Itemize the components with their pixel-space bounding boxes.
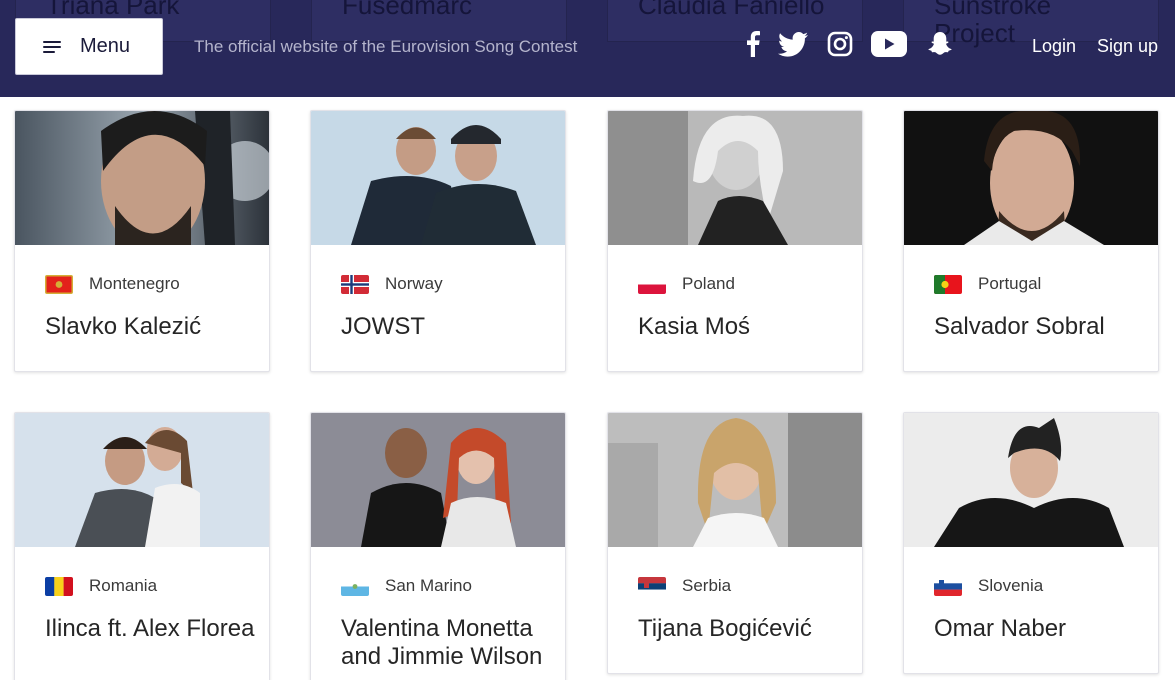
hamburger-icon xyxy=(43,41,61,54)
scrolled-card-row: Triana Park Fusedmarc Claudia Faniello S… xyxy=(0,0,1175,47)
portugal-flag-icon xyxy=(934,274,962,294)
country-name: Romania xyxy=(89,576,158,595)
facebook-icon[interactable] xyxy=(743,28,763,60)
scrolled-card-name: Claudia Faniello xyxy=(638,0,825,20)
country-name: Slovenia xyxy=(978,576,1044,595)
country-row: Serbia xyxy=(638,575,731,597)
artist-name: JOWST xyxy=(341,313,425,340)
artist-photo xyxy=(15,413,269,547)
artist-photo xyxy=(608,413,862,547)
country-row: San Marino xyxy=(341,575,472,597)
artist-card[interactable]: Poland Kasia Moś xyxy=(607,110,863,372)
romania-flag-icon xyxy=(45,576,73,596)
login-link[interactable]: Login xyxy=(1032,36,1076,57)
twitter-icon[interactable] xyxy=(777,28,809,60)
site-tagline: The official website of the Eurovision S… xyxy=(194,37,578,56)
artist-photo xyxy=(15,111,269,245)
serbia-flag-icon xyxy=(638,576,666,596)
artist-card[interactable]: Serbia Tijana Bogićević xyxy=(607,412,863,674)
artist-name: Tijana Bogićević xyxy=(638,615,812,642)
instagram-icon[interactable] xyxy=(826,28,854,60)
artist-name: Omar Naber xyxy=(934,615,1067,642)
menu-label: Menu xyxy=(80,35,131,57)
country-name: Portugal xyxy=(978,274,1042,293)
artist-card[interactable]: Portugal Salvador Sobral xyxy=(903,110,1159,372)
country-row: Portugal xyxy=(934,273,1041,295)
snapchat-icon[interactable] xyxy=(927,28,953,60)
country-name: San Marino xyxy=(385,576,472,595)
youtube-icon[interactable] xyxy=(871,28,907,60)
artist-card[interactable]: Montenegro Slavko Kalezić xyxy=(14,110,270,372)
artist-name: Ilinca ft. Alex Florea xyxy=(45,615,255,642)
menu-button[interactable]: Menu xyxy=(15,18,163,75)
country-name: Serbia xyxy=(682,576,732,595)
scrolled-card-name: Fusedmarc xyxy=(342,0,473,20)
montenegro-flag-icon xyxy=(45,274,73,294)
country-row: Poland xyxy=(638,273,735,295)
artist-name: Valentina Monetta and Jimmie Wilson xyxy=(341,615,543,670)
artist-photo xyxy=(904,413,1158,547)
artist-photo xyxy=(904,111,1158,245)
artist-card[interactable]: Slovenia Omar Naber xyxy=(903,412,1159,674)
country-row: Romania xyxy=(45,575,157,597)
country-row: Slovenia xyxy=(934,575,1043,597)
scrolled-card: Fusedmarc xyxy=(311,0,567,42)
scrolled-card-name: Triana Park xyxy=(46,0,180,20)
artist-name: Slavko Kalezić xyxy=(45,313,202,340)
artist-photo xyxy=(608,111,862,245)
country-name: Poland xyxy=(682,274,735,293)
artist-photo xyxy=(311,413,565,547)
artist-card[interactable]: San Marino Valentina Monetta and Jimmie … xyxy=(310,412,566,680)
slovenia-flag-icon xyxy=(934,576,962,596)
country-row: Montenegro xyxy=(45,273,180,295)
signup-link[interactable]: Sign up xyxy=(1097,36,1158,57)
san-marino-flag-icon xyxy=(341,576,369,596)
country-name: Montenegro xyxy=(89,274,180,293)
norway-flag-icon xyxy=(341,274,369,294)
poland-flag-icon xyxy=(638,274,666,294)
artist-card[interactable]: Norway JOWST xyxy=(310,110,566,372)
country-name: Norway xyxy=(385,274,443,293)
artist-photo xyxy=(311,111,565,245)
artist-card[interactable]: Romania Ilinca ft. Alex Florea xyxy=(14,412,270,680)
artist-name: Kasia Moś xyxy=(638,313,751,340)
artist-name: Salvador Sobral xyxy=(934,313,1105,340)
page: Triana Park Fusedmarc Claudia Faniello S… xyxy=(0,0,1175,680)
scrolled-card: Claudia Faniello xyxy=(607,0,863,42)
country-row: Norway xyxy=(341,273,443,295)
site-header: Triana Park Fusedmarc Claudia Faniello S… xyxy=(0,0,1175,97)
